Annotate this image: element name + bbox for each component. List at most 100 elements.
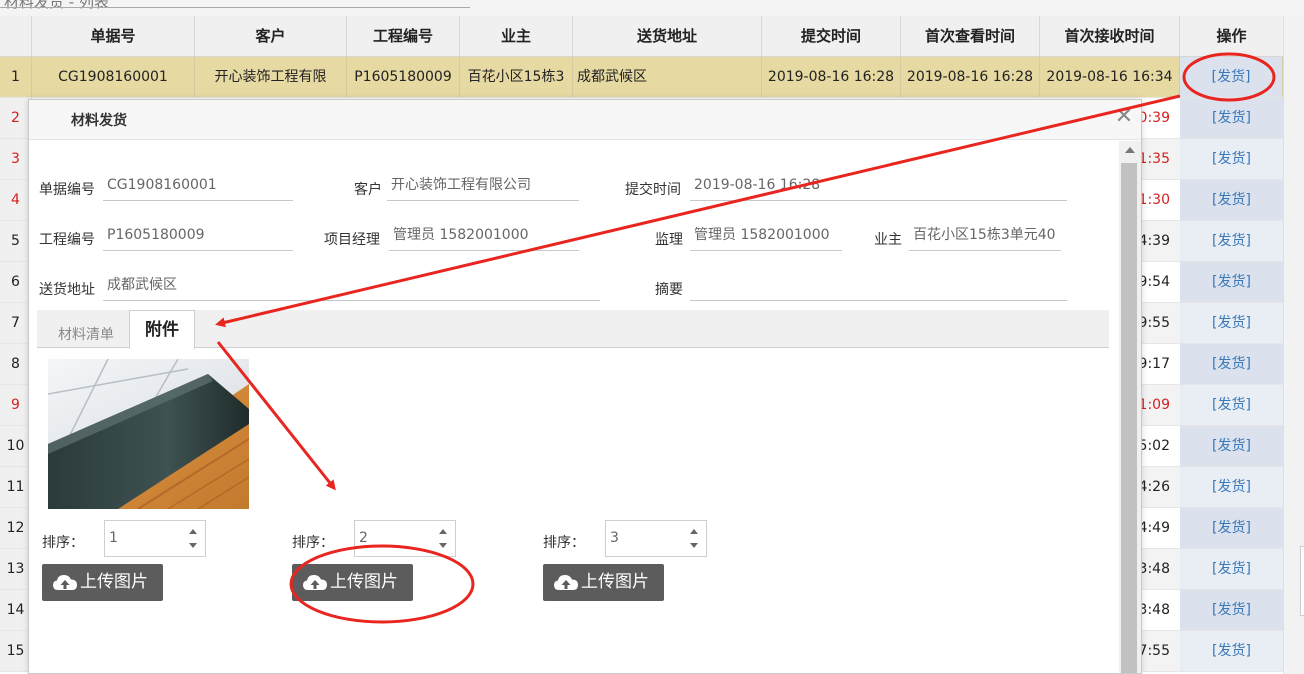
table-row-selected[interactable]: 1 CG1908160001 开心装饰工程有限 P1605180009 百花小区… [0, 57, 1283, 98]
sort-value-2: 2 [359, 530, 368, 546]
ship-material-dialog: 材料发货 ✕ 单据编号 CG1908160001 客户 开心装饰工程有限公司 提… [28, 99, 1142, 674]
manager-field[interactable]: 管理员 1582001000 [389, 220, 579, 251]
header-address[interactable]: 送货地址 [573, 16, 762, 56]
attachment-thumbnail[interactable] [48, 359, 249, 509]
stepper-down-icon[interactable] [439, 543, 447, 548]
ship-link-label[interactable]: [发货] [1212, 438, 1251, 454]
ship-link[interactable]: [发货] [1180, 508, 1283, 548]
label-owner: 业主 [874, 232, 902, 248]
ship-link-label[interactable]: [发货] [1212, 110, 1251, 126]
stepper-down-icon[interactable] [690, 543, 698, 548]
header-customer[interactable]: 客户 [195, 16, 347, 56]
sort-value-3: 3 [610, 530, 619, 546]
header-first-receive[interactable]: 首次接收时间 [1040, 16, 1180, 56]
ship-link[interactable]: [发货] [1180, 180, 1283, 220]
address-field[interactable]: 成都武候区 [103, 270, 600, 301]
ship-link-label[interactable]: [发货] [1212, 356, 1251, 372]
label-summary: 摘要 [655, 282, 683, 298]
ship-link[interactable]: [发货] [1180, 344, 1283, 384]
stepper-up-icon[interactable] [439, 529, 447, 534]
stepper-down-icon[interactable] [189, 543, 197, 548]
dialog-header: 材料发货 ✕ [29, 100, 1141, 140]
scroll-thumb[interactable] [1121, 163, 1137, 673]
upload-label-2: 上传图片 [330, 572, 398, 592]
tab-material-list[interactable]: 材料清单 [43, 322, 129, 348]
header-project-no[interactable]: 工程编号 [347, 16, 460, 56]
cloud-upload-icon [303, 575, 327, 590]
cell-customer: 开心装饰工程有限 [195, 57, 347, 97]
ship-link[interactable]: [发货] [1180, 57, 1283, 97]
upload-label-3: 上传图片 [581, 572, 649, 592]
page-scrollbar[interactable] [1283, 16, 1304, 674]
supervisor-field[interactable]: 管理员 1582001000 [690, 220, 842, 251]
sort-label-1: 排序： [42, 535, 84, 551]
cloud-upload-icon [53, 575, 77, 590]
sort-stepper-2[interactable]: 2 [354, 520, 456, 557]
dialog-title: 材料发货 [71, 113, 127, 129]
sort-label-2: 排序： [292, 535, 334, 551]
ship-link-label[interactable]: [发货] [1212, 561, 1251, 577]
ship-link-label[interactable]: [发货] [1212, 69, 1251, 85]
ship-link-label[interactable]: [发货] [1212, 479, 1251, 495]
stepper-up-icon[interactable] [189, 529, 197, 534]
doc-no-field[interactable]: CG1908160001 [103, 170, 293, 201]
header-owner[interactable]: 业主 [460, 16, 573, 56]
title-underline [0, 7, 470, 8]
label-submit-time: 提交时间 [625, 182, 681, 198]
ship-link[interactable]: [发货] [1180, 549, 1283, 589]
page-title-strip: 材料发货 - 列表 [0, 0, 1304, 16]
cell-project-no: P1605180009 [347, 57, 460, 97]
ship-link-label[interactable]: [发货] [1212, 233, 1251, 249]
upload-image-button-1[interactable]: 上传图片 [42, 564, 163, 601]
tab-attachments[interactable]: 附件 [129, 310, 195, 349]
ship-link[interactable]: [发货] [1180, 303, 1283, 343]
cell-owner: 百花小区15栋3 [460, 57, 573, 97]
scroll-up-icon[interactable] [1125, 147, 1135, 153]
ship-link-label[interactable]: [发货] [1212, 315, 1251, 331]
scrollbar-nub[interactable] [1300, 546, 1304, 616]
dialog-scrollbar[interactable] [1119, 141, 1141, 673]
ship-link[interactable]: [发货] [1180, 590, 1283, 630]
header-submit-time[interactable]: 提交时间 [762, 16, 901, 56]
ship-link[interactable]: [发货] [1180, 262, 1283, 302]
ship-link[interactable]: [发货] [1180, 98, 1283, 138]
sort-stepper-1[interactable]: 1 [104, 520, 206, 557]
submit-time-field[interactable]: 2019-08-16 16:28 [690, 170, 1067, 201]
ship-link-label[interactable]: [发货] [1212, 602, 1251, 618]
upload-image-button-2[interactable]: 上传图片 [292, 564, 413, 601]
ship-link-label[interactable]: [发货] [1212, 643, 1251, 659]
cell-first-receive: 2019-08-16 16:34 [1040, 57, 1180, 97]
owner-field[interactable]: 百花小区15栋3单元40 [909, 220, 1061, 251]
stepper-up-icon[interactable] [690, 529, 698, 534]
cloud-upload-icon [554, 575, 578, 590]
cell-doc-no: CG1908160001 [32, 57, 195, 97]
cell-submit-time: 2019-08-16 16:28 [762, 57, 901, 97]
ship-link[interactable]: [发货] [1180, 221, 1283, 261]
ship-link-label[interactable]: [发货] [1212, 397, 1251, 413]
ship-link-label[interactable]: [发货] [1212, 520, 1251, 536]
customer-field[interactable]: 开心装饰工程有限公司 [387, 170, 579, 201]
ship-link[interactable]: [发货] [1180, 385, 1283, 425]
ship-link-label[interactable]: [发货] [1212, 151, 1251, 167]
attachment-photo [48, 359, 249, 509]
sort-label-3: 排序： [543, 535, 585, 551]
ship-link[interactable]: [发货] [1180, 139, 1283, 179]
ship-link[interactable]: [发货] [1180, 467, 1283, 507]
sort-stepper-3[interactable]: 3 [605, 520, 707, 557]
project-no-field[interactable]: P1605180009 [103, 220, 293, 251]
ship-link-label[interactable]: [发货] [1212, 192, 1251, 208]
ship-link[interactable]: [发货] [1180, 631, 1283, 671]
ship-link-label[interactable]: [发货] [1212, 274, 1251, 290]
close-icon[interactable]: ✕ [1113, 106, 1135, 128]
header-doc-no[interactable]: 单据号 [32, 16, 195, 56]
summary-field[interactable] [690, 270, 1067, 301]
header-first-view[interactable]: 首次查看时间 [901, 16, 1040, 56]
ship-link[interactable]: [发货] [1180, 426, 1283, 466]
cell-address: 成都武候区 [573, 57, 762, 97]
label-project-no: 工程编号 [39, 232, 95, 248]
sort-value-1: 1 [109, 530, 118, 546]
label-doc-no: 单据编号 [39, 182, 95, 198]
dialog-tabs: 材料清单 附件 [37, 310, 1109, 349]
row-number: 1 [0, 57, 32, 97]
upload-image-button-3[interactable]: 上传图片 [543, 564, 664, 601]
